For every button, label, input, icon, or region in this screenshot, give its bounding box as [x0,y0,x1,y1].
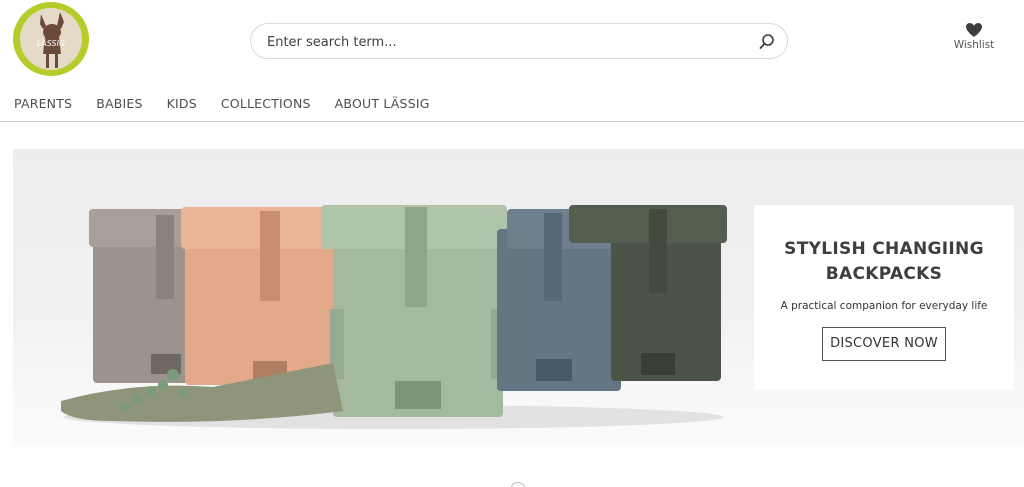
slider-indicator[interactable] [510,482,526,487]
backpack-peach [181,207,339,385]
nav-item-collections[interactable]: COLLECTIONS [221,96,311,114]
wishlist-button[interactable]: Wishlist [948,20,1000,60]
nav-item-parents[interactable]: PARENTS [14,96,72,114]
search-input[interactable] [267,32,747,52]
fawn-logo-icon: LÄSSIG [20,8,82,70]
promo-title: STYLISH CHANGIING BACKPACKS [784,239,984,284]
main-nav: PARENTS BABIES KIDS COLLECTIONS ABOUT LÄ… [14,96,454,114]
discover-now-button[interactable]: DISCOVER NOW [822,327,946,361]
header-divider [0,121,1024,122]
backpack-sage [321,205,507,417]
search-bar [250,23,788,59]
heart-icon [966,23,982,37]
logo-wordmark: LÄSSIG [37,38,65,48]
nav-item-kids[interactable]: KIDS [167,96,197,114]
nav-item-about-lassig[interactable]: ABOUT LÄSSIG [335,96,430,114]
promo-subtitle: A practical companion for everyday life [780,300,988,312]
wishlist-label: Wishlist [953,39,995,51]
brand-logo[interactable]: LÄSSIG [13,2,89,76]
promo-card: STYLISH CHANGIING BACKPACKS A practical … [754,205,1014,390]
nav-item-babies[interactable]: BABIES [96,96,142,114]
search-icon[interactable] [757,32,777,52]
